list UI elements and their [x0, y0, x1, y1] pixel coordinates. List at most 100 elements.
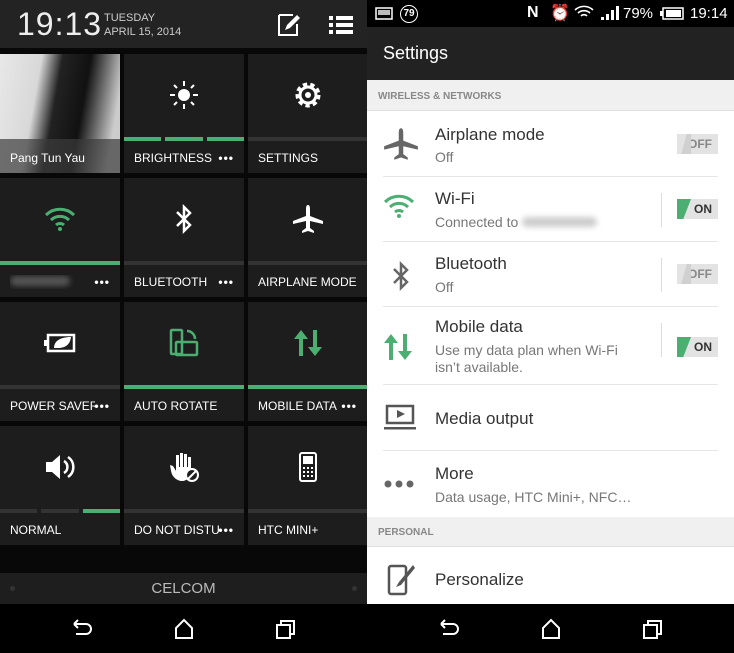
- toggle-label: ON: [694, 340, 712, 354]
- tile-label: MOBILE DATA: [258, 399, 337, 413]
- section-header-wireless: WIRELESS & NETWORKS: [367, 80, 734, 111]
- redacted-ssid: [522, 217, 598, 227]
- tile-label: POWER SAVER: [10, 399, 95, 413]
- more-options-button[interactable]: •••: [94, 399, 110, 413]
- profile-name: Pang Tun Yau: [10, 151, 85, 165]
- nfc-icon: N: [527, 4, 539, 21]
- tile-label: BLUETOOTH: [134, 275, 208, 289]
- tile-brightness[interactable]: BRIGHTNESS •••: [124, 54, 244, 173]
- setting-airplane-mode[interactable]: Airplane mode Off OFF: [367, 112, 734, 177]
- setting-personalize[interactable]: Personalize: [367, 547, 734, 604]
- date-label: APRIL 15, 2014: [104, 26, 182, 38]
- mobile-data-icon: [384, 334, 412, 360]
- personalize-icon: [387, 564, 415, 596]
- bluetooth-icon: [393, 260, 409, 292]
- settings-screen: 79 N ⏰ 79% 19:14 Settings WIRELESS & NET…: [367, 0, 734, 653]
- list-icon[interactable]: [328, 12, 354, 38]
- clock: 19:13: [17, 6, 103, 42]
- home-icon[interactable]: [172, 617, 196, 641]
- wifi-toggle[interactable]: ON: [677, 199, 718, 219]
- redacted-ssid: [10, 276, 70, 286]
- status-bar: 79 N ⏰ 79% 19:14: [367, 0, 734, 27]
- mobile-data-toggle[interactable]: ON: [677, 337, 718, 357]
- tile-mobile-data[interactable]: MOBILE DATA •••: [248, 302, 367, 421]
- carrier-bar: CELCOM: [0, 573, 367, 604]
- wifi-network-name: [10, 275, 95, 289]
- recent-apps-icon[interactable]: [641, 617, 665, 641]
- signal-icon: [601, 6, 619, 20]
- more-options-button[interactable]: •••: [341, 399, 357, 413]
- wifi-icon: [383, 194, 415, 218]
- page-indicator-dot: [10, 586, 15, 591]
- tile-sound-profile[interactable]: NORMAL: [0, 426, 120, 545]
- tile-label: AIRPLANE MODE: [258, 275, 357, 289]
- tile-label: HTC MINI+: [258, 523, 319, 537]
- bluetooth-icon: [176, 204, 192, 234]
- more-options-button[interactable]: •••: [218, 275, 234, 289]
- tile-wifi[interactable]: •••: [0, 178, 120, 297]
- section-header-personal: PERSONAL: [367, 517, 734, 547]
- tile-settings[interactable]: SETTINGS: [248, 54, 367, 173]
- setting-bluetooth[interactable]: Bluetooth Off OFF: [367, 242, 734, 307]
- setting-subtitle: Data usage, HTC Mini+, NFC…: [435, 489, 632, 505]
- tile-label: NORMAL: [10, 523, 62, 537]
- volume-icon: [46, 455, 75, 479]
- tile-label: BRIGHTNESS: [134, 151, 213, 165]
- setting-media-output[interactable]: Media output: [367, 385, 734, 451]
- edit-icon[interactable]: [276, 12, 302, 38]
- setting-more[interactable]: More Data usage, HTC Mini+, NFC…: [367, 451, 734, 517]
- power-saver-icon: [44, 333, 76, 353]
- setting-wifi[interactable]: Wi-Fi Connected to ON: [367, 177, 734, 242]
- day-label: TUESDAY: [104, 12, 156, 24]
- profile-tile[interactable]: Pang Tun Yau: [0, 54, 120, 173]
- tile-power-saver[interactable]: POWER SAVER •••: [0, 302, 120, 421]
- quick-settings-panel: 19:13 TUESDAY APRIL 15, 2014 Pang Tun Ya…: [0, 0, 367, 653]
- setting-subtitle: Off: [435, 149, 454, 165]
- brightness-icon: [170, 81, 198, 109]
- setting-title: Mobile data: [435, 317, 523, 336]
- recent-apps-icon[interactable]: [274, 617, 298, 641]
- mobile-data-icon: [293, 330, 322, 356]
- auto-rotate-icon: [169, 328, 199, 357]
- setting-title: Media output: [435, 409, 534, 428]
- alarm-icon: ⏰: [550, 5, 570, 22]
- wifi-status-icon: [574, 5, 594, 17]
- more-options-button[interactable]: •••: [218, 523, 234, 537]
- setting-title: Airplane mode: [435, 125, 545, 144]
- battery-icon: [660, 7, 684, 20]
- tile-auto-rotate[interactable]: AUTO ROTATE: [124, 302, 244, 421]
- navigation-bar: [0, 604, 367, 653]
- page-indicator-dot: [352, 586, 357, 591]
- setting-mobile-data[interactable]: Mobile data Use my data plan when Wi-Fi …: [367, 307, 734, 385]
- airplane-icon: [292, 205, 323, 233]
- more-icon: [384, 480, 414, 488]
- setting-title: Personalize: [435, 570, 524, 589]
- airplane-mode-toggle[interactable]: OFF: [677, 134, 718, 154]
- setting-title: Wi-Fi: [435, 189, 475, 208]
- carrier-name: CELCOM: [151, 580, 216, 597]
- tile-bluetooth[interactable]: BLUETOOTH •••: [124, 178, 244, 297]
- tile-label: SETTINGS: [258, 151, 319, 165]
- section-title: WIRELESS & NETWORKS: [378, 91, 502, 102]
- action-bar: Settings: [367, 27, 734, 80]
- back-icon[interactable]: [70, 617, 94, 641]
- more-options-button[interactable]: •••: [94, 275, 110, 289]
- quick-settings-header: 19:13 TUESDAY APRIL 15, 2014: [0, 0, 367, 48]
- gallery-notification-icon: [375, 7, 393, 20]
- notification-count-badge: 79: [400, 5, 418, 23]
- setting-title: More: [435, 464, 474, 483]
- tile-airplane-mode[interactable]: AIRPLANE MODE: [248, 178, 367, 297]
- gear-icon: [295, 82, 320, 108]
- tile-do-not-disturb[interactable]: DO NOT DISTURB •••: [124, 426, 244, 545]
- media-output-icon: [384, 404, 416, 430]
- wifi-icon: [44, 207, 76, 231]
- toggle-label: OFF: [688, 267, 712, 281]
- home-icon[interactable]: [539, 617, 563, 641]
- status-time: 19:14: [690, 5, 728, 22]
- more-options-button[interactable]: •••: [218, 151, 234, 165]
- battery-percent: 79%: [623, 5, 654, 22]
- tile-htc-mini[interactable]: HTC MINI+: [248, 426, 367, 545]
- date: TUESDAY APRIL 15, 2014: [104, 11, 181, 39]
- back-icon[interactable]: [437, 617, 461, 641]
- bluetooth-toggle[interactable]: OFF: [677, 264, 718, 284]
